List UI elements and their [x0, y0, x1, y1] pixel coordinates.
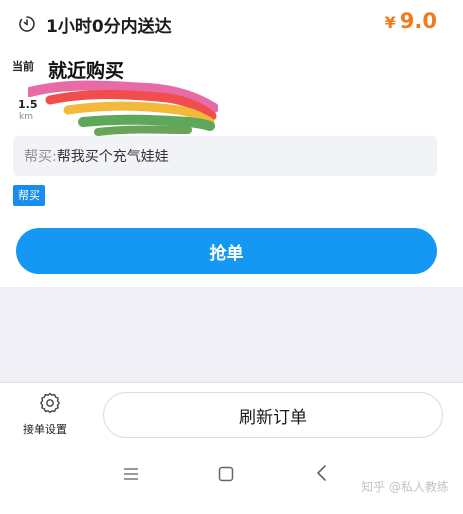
empty-list-area — [0, 287, 463, 382]
nav-home-icon[interactable] — [218, 466, 234, 482]
note-label: 帮买: — [24, 149, 57, 165]
settings-label: 接单设置 — [23, 423, 67, 436]
toolbar-divider — [0, 382, 463, 383]
price-amount: 9.0 — [399, 9, 437, 33]
order-card: 1小时0分内送达 ¥ 9.0 当前 就近购买 1.5 km 帮买: 帮我买个充气… — [0, 0, 463, 287]
order-settings-button[interactable]: 接单设置 — [18, 390, 82, 440]
nav-menu-icon[interactable] — [122, 465, 140, 483]
delivery-time-text: 1小时0分内送达 — [46, 16, 172, 37]
nav-back-icon[interactable] — [315, 464, 329, 482]
order-type-badge: 帮买 — [13, 185, 45, 206]
system-navigation-bar: 知乎 @私人教练 — [0, 448, 463, 514]
redaction-scribble — [28, 80, 218, 136]
current-location-tag: 当前 — [12, 60, 34, 73]
grab-order-button[interactable]: 抢单 — [16, 228, 437, 274]
order-price: ¥ 9.0 — [385, 9, 437, 33]
order-note: 帮买: 帮我买个充气娃娃 — [13, 136, 437, 176]
note-text: 帮我买个充气娃娃 — [56, 149, 169, 165]
settings-gear-icon — [40, 392, 60, 414]
price-currency: ¥ — [384, 13, 396, 32]
timer-icon — [19, 16, 35, 32]
watermark: 知乎 @私人教练 — [361, 480, 449, 494]
delivery-time-row: 1小时0分内送达 — [18, 11, 172, 37]
refresh-orders-button[interactable]: 刷新订单 — [103, 392, 443, 438]
